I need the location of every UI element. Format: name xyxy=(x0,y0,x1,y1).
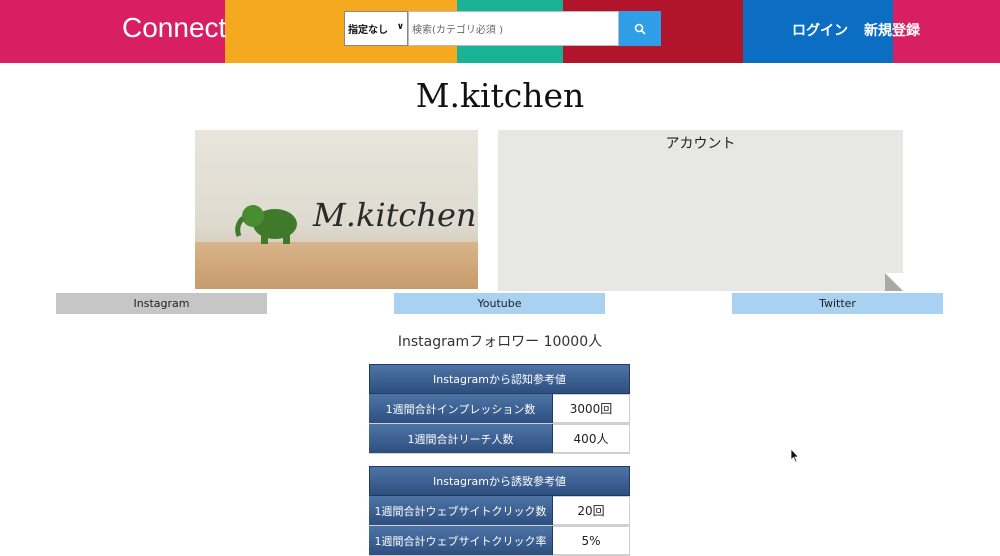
page-curl-icon xyxy=(885,273,903,291)
account-label: アカウント xyxy=(665,136,736,152)
search-button[interactable] xyxy=(619,11,661,46)
login-link[interactable]: ログイン xyxy=(792,20,848,40)
photo-caption: M.kitchen xyxy=(313,196,477,234)
tab-youtube[interactable]: Youtube xyxy=(394,293,605,314)
row-label: 1週間合計ウェブサイトクリック数 xyxy=(369,496,553,525)
awareness-table: Instagramから認知参考値 1週間合計インプレッション数 3000回 1週… xyxy=(369,364,630,454)
table-row: 1週間合計リーチ人数 400人 xyxy=(369,424,630,454)
row-value: 400人 xyxy=(553,424,630,453)
page-title: M.kitchen xyxy=(415,76,585,115)
follower-count: Instagramフォロワー 10000人 xyxy=(397,334,603,350)
mouse-cursor-icon xyxy=(790,448,800,463)
signup-link[interactable]: 新規登録 xyxy=(864,20,920,40)
row-label: 1週間合計ウェブサイトクリック率 xyxy=(369,526,553,555)
row-value: 3000回 xyxy=(553,394,630,423)
tab-twitter[interactable]: Twitter xyxy=(732,293,943,314)
table-row: 1週間合計インプレッション数 3000回 xyxy=(369,394,630,424)
table-header: Instagramから誘致参考値 xyxy=(369,466,630,496)
photo-table xyxy=(195,242,478,289)
site-logo[interactable]: Connect xyxy=(122,12,226,44)
elephant-figure-icon xyxy=(235,205,297,244)
chevron-down-icon: ∨ xyxy=(396,22,404,32)
table-row: 1週間合計ウェブサイトクリック率 5% xyxy=(369,526,630,556)
table-row: 1週間合計ウェブサイトクリック数 20回 xyxy=(369,496,630,526)
category-select[interactable]: 指定なし ∨ xyxy=(344,11,408,46)
profile-photo: M.kitchen xyxy=(195,130,478,289)
row-value: 5% xyxy=(553,526,630,555)
table-header: Instagramから認知参考値 xyxy=(369,364,630,394)
category-select-value: 指定なし xyxy=(348,25,388,36)
row-label: 1週間合計インプレッション数 xyxy=(369,394,553,423)
tab-instagram[interactable]: Instagram xyxy=(56,293,267,314)
search-icon xyxy=(634,23,646,35)
row-value: 20回 xyxy=(553,496,630,525)
attraction-table: Instagramから誘致参考値 1週間合計ウェブサイトクリック数 20回 1週… xyxy=(369,466,630,556)
row-label: 1週間合計リーチ人数 xyxy=(369,424,553,453)
header: Connect 指定なし ∨ 検索(カテゴリ必須 ) ログイン 新規登録 xyxy=(0,0,1000,63)
search-input[interactable]: 検索(カテゴリ必須 ) xyxy=(408,11,619,46)
account-card: アカウント xyxy=(498,130,903,291)
